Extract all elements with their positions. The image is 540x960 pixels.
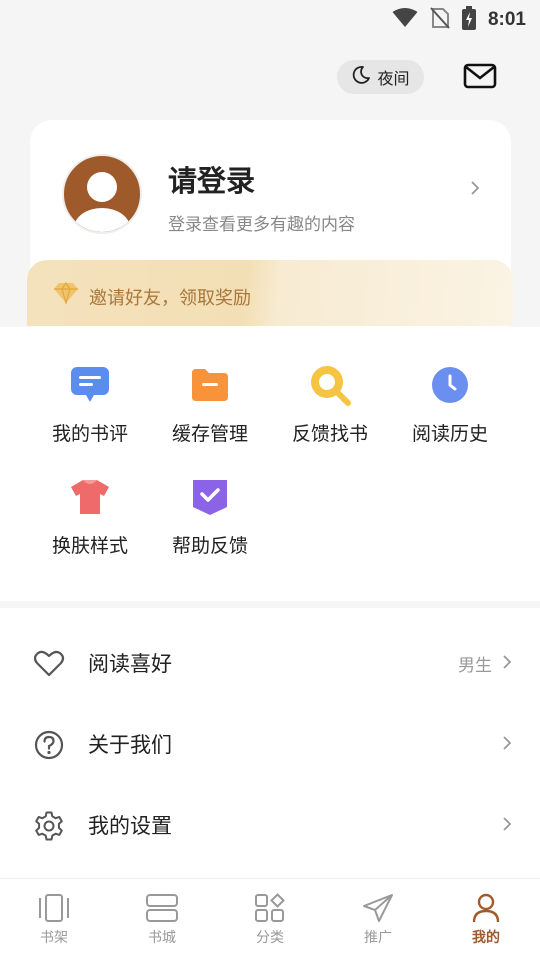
top-actions: 夜间 bbox=[0, 58, 540, 98]
question-icon bbox=[33, 729, 65, 761]
chevron-right-icon bbox=[502, 654, 512, 674]
list-item-about-us[interactable]: 关于我们 bbox=[0, 705, 540, 785]
comment-icon bbox=[68, 363, 112, 407]
avatar[interactable] bbox=[62, 154, 142, 234]
tab-category[interactable]: 分类 bbox=[216, 879, 324, 960]
send-icon bbox=[361, 893, 395, 925]
gear-icon bbox=[33, 810, 65, 842]
grid-item-cache-management[interactable]: 缓存管理 bbox=[150, 363, 270, 446]
status-bar: 8:01 bbox=[0, 0, 540, 36]
tab-label: 书架 bbox=[40, 930, 68, 946]
tab-bookstore[interactable]: 书城 bbox=[108, 879, 216, 960]
heart-icon bbox=[33, 648, 65, 680]
tab-bookshelf[interactable]: 书架 bbox=[0, 879, 108, 960]
folder-icon bbox=[188, 363, 232, 407]
invite-text: 邀请好友，领取奖励 bbox=[89, 288, 251, 309]
diamond-icon bbox=[53, 281, 79, 308]
battery-icon bbox=[461, 6, 476, 34]
grid-label: 帮助反馈 bbox=[171, 535, 248, 557]
category-icon bbox=[253, 893, 287, 925]
mail-icon[interactable] bbox=[463, 62, 497, 92]
tab-label: 推广 bbox=[364, 930, 392, 946]
chevron-right-icon bbox=[502, 735, 512, 755]
chevron-right-icon bbox=[502, 816, 512, 836]
profile-icon bbox=[469, 893, 503, 925]
search-icon bbox=[308, 363, 352, 407]
grid-label: 我的书评 bbox=[51, 423, 128, 445]
login-subtitle: 登录查看更多有趣的内容 bbox=[168, 215, 355, 235]
bookshelf-icon bbox=[37, 893, 71, 925]
settings-list: 阅读喜好 男生 关于我们 我的设置 bbox=[0, 608, 540, 878]
no-sim-icon bbox=[430, 7, 450, 33]
list-item-label: 关于我们 bbox=[88, 733, 172, 757]
grid-item-book-reviews[interactable]: 我的书评 bbox=[30, 363, 150, 446]
grid-item-find-book[interactable]: 反馈找书 bbox=[270, 363, 390, 446]
feature-grid: 我的书评 缓存管理 反馈找书 阅读历史 换肤样式 帮助反馈 bbox=[0, 327, 540, 601]
tab-label: 分类 bbox=[256, 930, 284, 946]
list-item-reading-preference[interactable]: 阅读喜好 男生 bbox=[0, 624, 540, 704]
grid-label: 换肤样式 bbox=[51, 535, 128, 557]
tab-promotion[interactable]: 推广 bbox=[324, 879, 432, 960]
clock-icon bbox=[428, 363, 472, 407]
login-title[interactable]: 请登录 bbox=[168, 158, 255, 200]
grid-item-skin-style[interactable]: 换肤样式 bbox=[30, 475, 150, 558]
grid-item-help-feedback[interactable]: 帮助反馈 bbox=[150, 475, 270, 558]
list-item-value: 男生 bbox=[458, 656, 492, 676]
grid-label: 反馈找书 bbox=[291, 423, 368, 445]
grid-label: 缓存管理 bbox=[171, 423, 248, 445]
tab-label: 书城 bbox=[148, 930, 176, 946]
grid-item-reading-history[interactable]: 阅读历史 bbox=[390, 363, 510, 446]
tab-mine[interactable]: 我的 bbox=[432, 879, 540, 960]
list-item-label: 阅读喜好 bbox=[88, 652, 172, 676]
chevron-right-icon bbox=[470, 180, 480, 200]
status-time: 8:01 bbox=[487, 9, 526, 30]
grid-label: 阅读历史 bbox=[411, 423, 488, 445]
tab-label: 我的 bbox=[472, 930, 500, 946]
wifi-icon bbox=[392, 8, 418, 32]
invite-banner[interactable]: 邀请好友，领取奖励 bbox=[27, 260, 513, 326]
help-icon bbox=[188, 475, 232, 519]
list-item-label: 我的设置 bbox=[88, 814, 172, 838]
bookstore-icon bbox=[145, 893, 179, 925]
shirt-icon bbox=[68, 475, 112, 519]
night-mode-button[interactable]: 夜间 bbox=[337, 60, 424, 94]
night-mode-label: 夜间 bbox=[377, 69, 410, 88]
moon-icon bbox=[351, 65, 371, 89]
list-item-my-settings[interactable]: 我的设置 bbox=[0, 786, 540, 866]
bottom-tab-bar: 书架 书城 分类 推广 我的 bbox=[0, 878, 540, 960]
